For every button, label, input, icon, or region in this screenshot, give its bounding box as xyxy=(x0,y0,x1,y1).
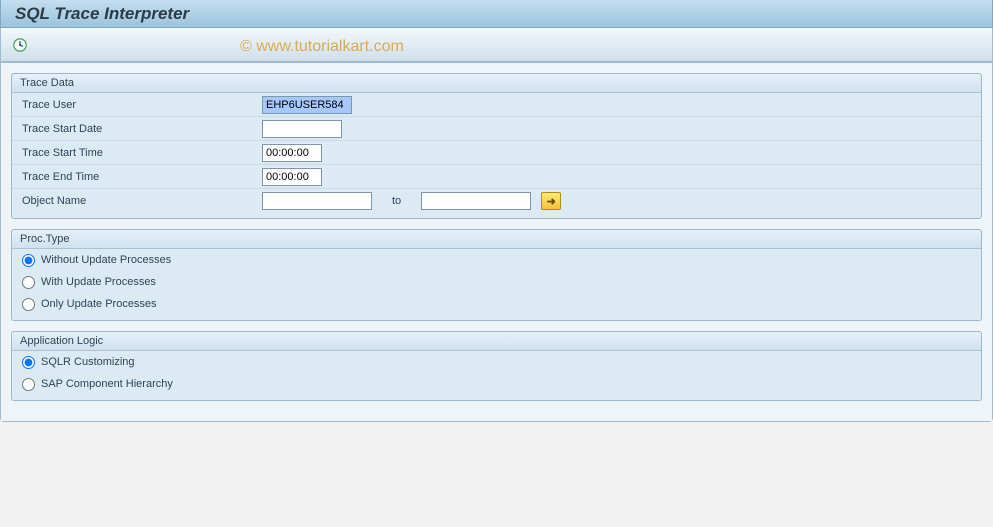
radio-sap-component-hierarchy[interactable]: SAP Component Hierarchy xyxy=(12,373,981,395)
page-title: SQL Trace Interpreter xyxy=(15,4,189,24)
trace-start-time-field[interactable] xyxy=(262,144,322,162)
radio-sap-component-hierarchy-input[interactable] xyxy=(22,378,35,391)
radio-without-update-label: Without Update Processes xyxy=(41,254,171,266)
label-trace-start-date: Trace Start Date xyxy=(12,123,262,135)
trace-start-date-field[interactable] xyxy=(262,120,342,138)
radio-without-update[interactable]: Without Update Processes xyxy=(12,249,981,271)
panel-proc-type-title: Proc.Type xyxy=(12,230,981,249)
radio-sap-component-hierarchy-label: SAP Component Hierarchy xyxy=(41,378,173,390)
radio-with-update-label: With Update Processes xyxy=(41,276,156,288)
label-trace-start-time: Trace Start Time xyxy=(12,147,262,159)
multiple-selection-button[interactable]: ➜ xyxy=(541,192,561,210)
radio-sqlr-customizing-label: SQLR Customizing xyxy=(41,356,135,368)
execute-button[interactable] xyxy=(9,34,31,56)
row-trace-start-time: Trace Start Time xyxy=(12,141,981,165)
trace-end-time-field[interactable] xyxy=(262,168,322,186)
row-trace-user: Trace User xyxy=(12,93,981,117)
label-object-to: to xyxy=(378,195,415,207)
row-trace-start-date: Trace Start Date xyxy=(12,117,981,141)
radio-with-update[interactable]: With Update Processes xyxy=(12,271,981,293)
row-trace-end-time: Trace End Time xyxy=(12,165,981,189)
page-title-bar: SQL Trace Interpreter xyxy=(0,0,993,28)
arrow-right-icon: ➜ xyxy=(547,195,556,208)
radio-sqlr-customizing-input[interactable] xyxy=(22,356,35,369)
radio-only-update-label: Only Update Processes xyxy=(41,298,157,310)
clock-icon xyxy=(12,37,28,53)
radio-sqlr-customizing[interactable]: SQLR Customizing xyxy=(12,351,981,373)
radio-only-update[interactable]: Only Update Processes xyxy=(12,293,981,315)
panel-proc-type: Proc.Type Without Update Processes With … xyxy=(11,229,982,321)
trace-user-field[interactable] xyxy=(262,96,352,114)
label-object-name: Object Name xyxy=(12,195,262,207)
radio-with-update-input[interactable] xyxy=(22,276,35,289)
panel-application-logic-title: Application Logic xyxy=(12,332,981,351)
object-name-to-field[interactable] xyxy=(421,192,531,210)
panel-application-logic: Application Logic SQLR Customizing SAP C… xyxy=(11,331,982,401)
label-trace-user: Trace User xyxy=(12,99,262,111)
content-area: Trace Data Trace User Trace Start Date T… xyxy=(1,63,992,421)
row-object-name: Object Name to ➜ xyxy=(12,189,981,213)
radio-without-update-input[interactable] xyxy=(22,254,35,267)
toolbar xyxy=(0,28,993,62)
radio-only-update-input[interactable] xyxy=(22,298,35,311)
panel-trace-data-title: Trace Data xyxy=(12,74,981,93)
object-name-from-field[interactable] xyxy=(262,192,372,210)
panel-trace-data: Trace Data Trace User Trace Start Date T… xyxy=(11,73,982,219)
label-trace-end-time: Trace End Time xyxy=(12,171,262,183)
